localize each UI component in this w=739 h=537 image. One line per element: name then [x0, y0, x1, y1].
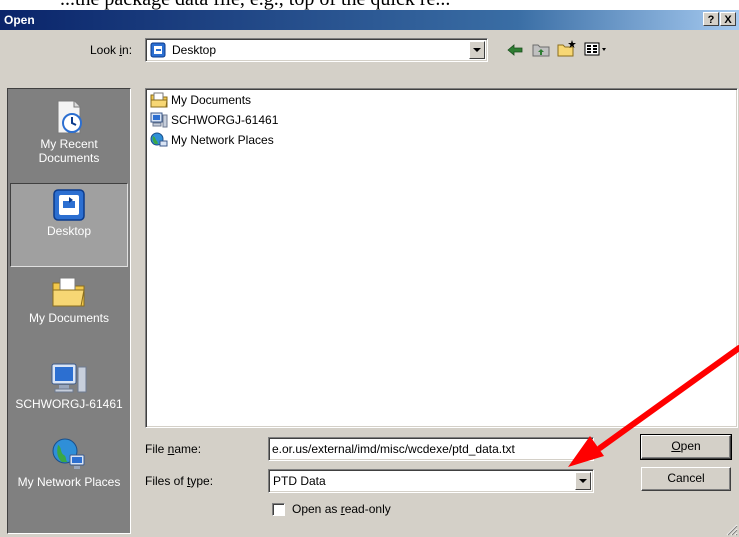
file-name-label: File name:	[145, 442, 202, 456]
place-my-documents[interactable]: My Documents	[10, 271, 128, 353]
place-my-network-places[interactable]: My Network Places	[10, 435, 128, 517]
network-places-icon	[52, 438, 85, 469]
my-documents-icon	[52, 277, 85, 307]
open-as-read-only-label[interactable]: Open as read-only	[292, 502, 391, 516]
new-folder-icon[interactable]	[557, 39, 577, 57]
cancel-button[interactable]: Cancel	[641, 467, 731, 491]
back-arrow-icon[interactable]	[507, 43, 523, 57]
close-button[interactable]: X	[720, 12, 736, 26]
views-menu-icon[interactable]	[584, 42, 608, 56]
places-bar: My Recent Documents Desktop My Documents	[7, 88, 131, 534]
computer-icon	[150, 112, 168, 128]
place-label: My Documents	[28, 311, 110, 325]
place-label: My Network Places	[17, 475, 121, 489]
title-bar[interactable]: Open ? X	[0, 10, 739, 30]
files-of-type-value: PTD Data	[273, 474, 326, 488]
window-title: Open	[4, 13, 35, 27]
open-button[interactable]: Open	[640, 434, 732, 460]
file-name-value: e.or.us/external/imd/misc/wcdexe/ptd_dat…	[272, 442, 515, 456]
document-caption-fragment: ...the package data file, e.g., top of t…	[0, 0, 739, 10]
open-dialog: Open ? X Look in: Desktop My Recent Docu…	[0, 10, 739, 537]
file-list[interactable]: My Documents SCHWORGJ-61461 My Network P…	[145, 88, 738, 428]
look-in-dropdown-button[interactable]	[469, 41, 485, 59]
list-item-label: SCHWORGJ-61461	[171, 113, 279, 127]
look-in-label: Look in:	[90, 43, 133, 57]
look-in-combo[interactable]: Desktop	[145, 38, 488, 62]
folder-documents-icon	[150, 92, 168, 108]
desktop-icon	[150, 42, 166, 58]
up-folder-icon[interactable]	[532, 41, 550, 57]
desktop-icon	[53, 189, 85, 221]
place-label: SCHWORGJ-61461	[15, 397, 123, 411]
list-item-label: My Network Places	[171, 133, 274, 147]
list-item-my-network-places[interactable]: My Network Places	[150, 131, 274, 149]
files-of-type-combo[interactable]: PTD Data	[268, 469, 594, 493]
resize-grip[interactable]	[724, 522, 738, 536]
look-in-value: Desktop	[172, 43, 217, 57]
place-computer[interactable]: SCHWORGJ-61461	[10, 357, 128, 431]
place-label: My Recent Documents	[38, 137, 100, 165]
open-as-read-only-checkbox[interactable]	[272, 503, 285, 516]
place-my-recent-documents[interactable]: My Recent Documents	[10, 97, 128, 179]
list-item-my-documents[interactable]: My Documents	[150, 91, 251, 109]
file-name-input[interactable]: e.or.us/external/imd/misc/wcdexe/ptd_dat…	[268, 437, 594, 461]
list-item-label: My Documents	[171, 93, 252, 107]
place-desktop[interactable]: Desktop	[10, 183, 128, 267]
files-of-type-dropdown-button[interactable]	[575, 472, 591, 490]
files-of-type-label: Files of type:	[145, 474, 214, 488]
network-places-icon	[150, 132, 168, 147]
recent-documents-icon	[57, 100, 82, 134]
list-item-computer[interactable]: SCHWORGJ-61461	[150, 111, 278, 129]
computer-icon	[51, 363, 87, 393]
place-label: Desktop	[46, 224, 92, 238]
help-button[interactable]: ?	[703, 12, 719, 26]
